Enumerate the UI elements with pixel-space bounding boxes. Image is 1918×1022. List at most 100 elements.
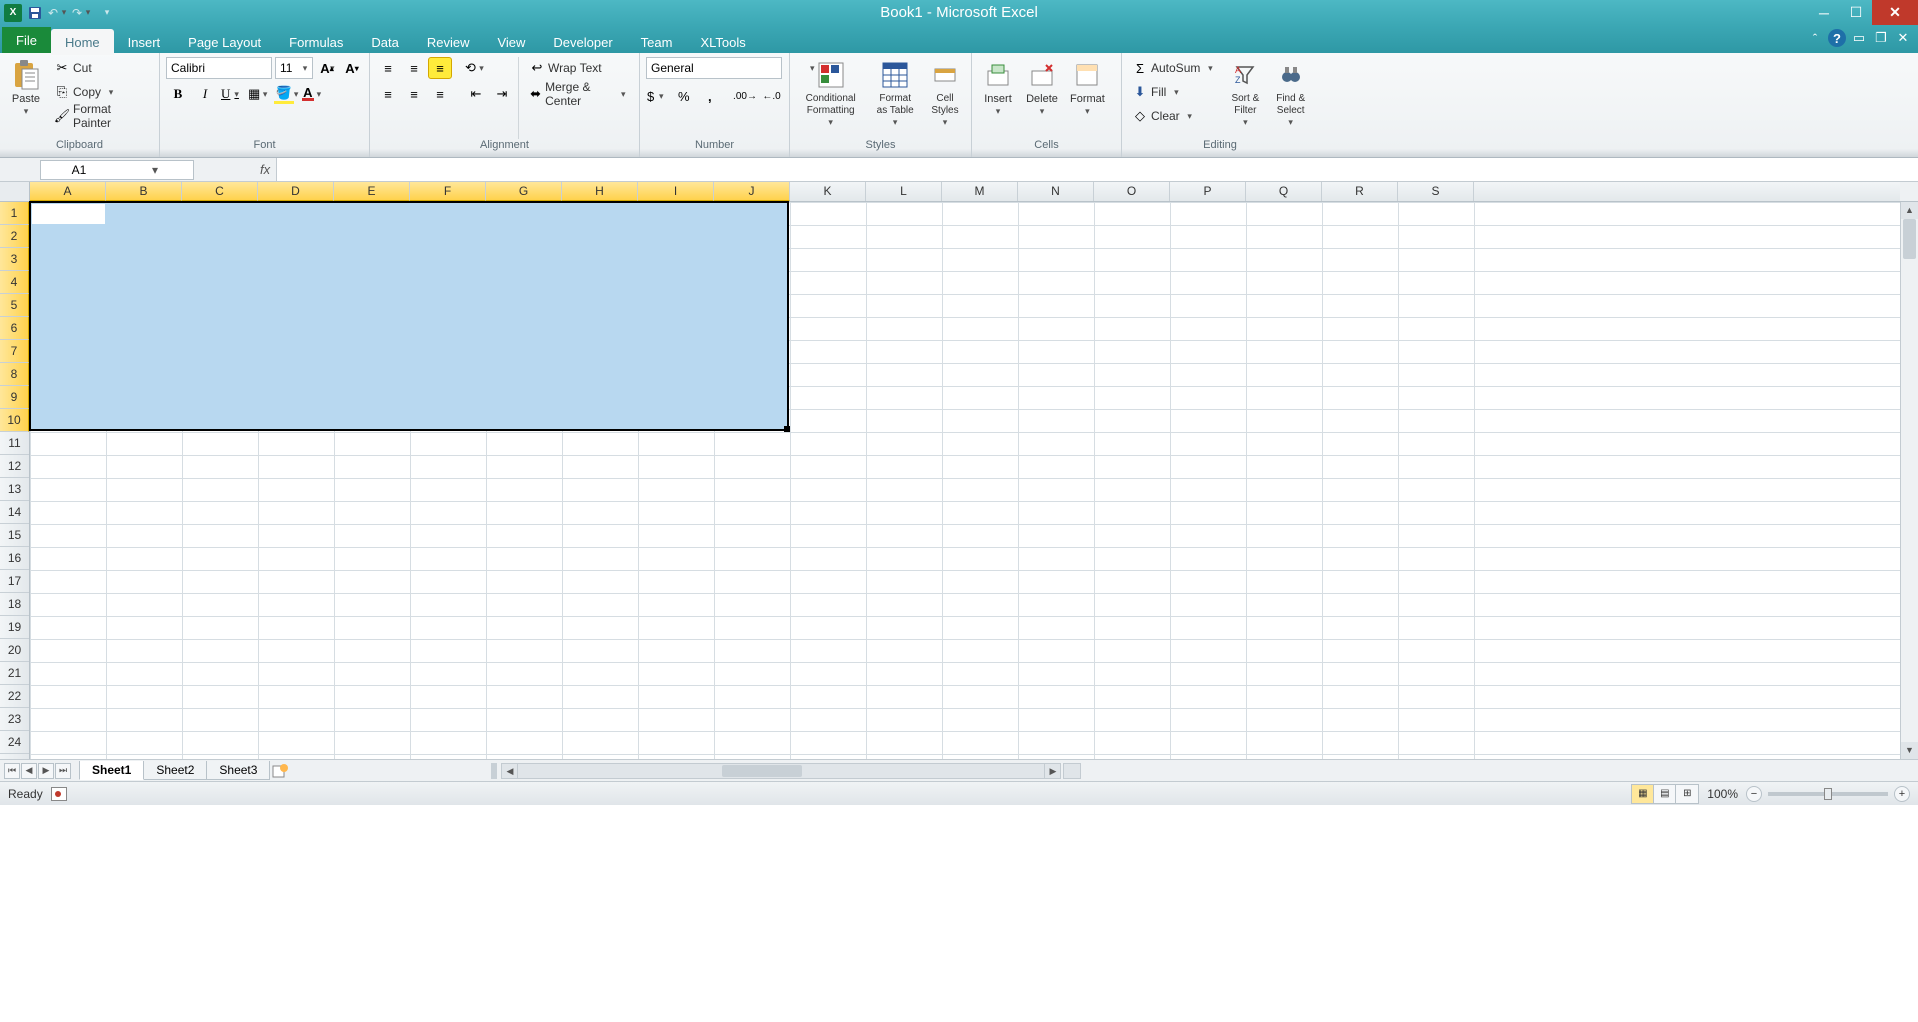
align-middle-icon[interactable]: ≡ <box>402 57 426 79</box>
row-header-8[interactable]: 8 <box>0 363 29 386</box>
row-header-4[interactable]: 4 <box>0 271 29 294</box>
scroll-right-icon[interactable]: ▶ <box>1044 764 1060 778</box>
col-header-J[interactable]: J <box>714 182 790 201</box>
row-header-15[interactable]: 15 <box>0 524 29 547</box>
cut-button[interactable]: ✂Cut <box>50 57 153 79</box>
tab-developer[interactable]: Developer <box>539 29 626 55</box>
borders-button[interactable]: ▦▾ <box>247 83 271 105</box>
tab-review[interactable]: Review <box>413 29 484 55</box>
cell-grid[interactable] <box>30 202 1900 759</box>
tab-xltools[interactable]: XLTools <box>686 29 759 55</box>
zoom-level[interactable]: 100% <box>1707 787 1738 801</box>
active-cell[interactable] <box>32 204 105 224</box>
sheet-nav-next-icon[interactable]: ▶ <box>38 763 54 779</box>
qat-redo-icon[interactable]: ↷▾ <box>72 3 94 23</box>
col-header-R[interactable]: R <box>1322 182 1398 201</box>
col-header-L[interactable]: L <box>866 182 942 201</box>
font-color-button[interactable]: A▾ <box>301 83 325 105</box>
percent-icon[interactable]: % <box>672 85 695 107</box>
col-header-G[interactable]: G <box>486 182 562 201</box>
col-header-F[interactable]: F <box>410 182 486 201</box>
row-header-16[interactable]: 16 <box>0 547 29 570</box>
tab-file[interactable]: File <box>2 27 51 53</box>
col-header-I[interactable]: I <box>638 182 714 201</box>
window-close-icon[interactable]: ✕ <box>1894 29 1912 47</box>
find-select-button[interactable]: Find & Select▾ <box>1269 57 1312 139</box>
window-restore-icon[interactable]: ❐ <box>1872 29 1890 47</box>
merge-center-button[interactable]: ⬌Merge & Center▾ <box>525 83 633 105</box>
autosum-button[interactable]: ΣAutoSum▾ <box>1128 57 1221 79</box>
row-header-12[interactable]: 12 <box>0 455 29 478</box>
qat-undo-icon[interactable]: ↶▾ <box>48 3 70 23</box>
format-as-table-button[interactable]: Format as Table▾ <box>869 57 921 139</box>
delete-cells-button[interactable]: Delete▾ <box>1022 57 1062 139</box>
col-header-N[interactable]: N <box>1018 182 1094 201</box>
tab-data[interactable]: Data <box>357 29 412 55</box>
row-header-21[interactable]: 21 <box>0 662 29 685</box>
tab-view[interactable]: View <box>483 29 539 55</box>
row-header-5[interactable]: 5 <box>0 294 29 317</box>
zoom-out-icon[interactable]: − <box>1746 786 1762 802</box>
align-bottom-icon[interactable]: ≡ <box>428 57 452 79</box>
row-header-20[interactable]: 20 <box>0 639 29 662</box>
underline-button[interactable]: U▾ <box>220 83 244 105</box>
font-size-combo[interactable]: ▾ <box>275 57 313 79</box>
fx-icon[interactable]: fx <box>260 162 270 177</box>
row-header-6[interactable]: 6 <box>0 317 29 340</box>
tab-page-layout[interactable]: Page Layout <box>174 29 275 55</box>
page-layout-view-icon[interactable]: ▤ <box>1654 785 1676 803</box>
vscroll-thumb[interactable] <box>1903 219 1916 259</box>
number-format-combo[interactable]: ▾ <box>646 57 782 79</box>
col-header-B[interactable]: B <box>106 182 182 201</box>
sheet-tab-sheet1[interactable]: Sheet1 <box>79 761 144 780</box>
tab-formulas[interactable]: Formulas <box>275 29 357 55</box>
row-header-19[interactable]: 19 <box>0 616 29 639</box>
row-header-14[interactable]: 14 <box>0 501 29 524</box>
comma-icon[interactable]: , <box>698 85 721 107</box>
format-cells-button[interactable]: Format▾ <box>1066 57 1109 139</box>
wrap-text-button[interactable]: ↩Wrap Text <box>525 57 633 79</box>
window-min-icon[interactable]: ▭ <box>1850 29 1868 47</box>
qat-customize-icon[interactable]: ▾ <box>96 3 118 23</box>
col-header-E[interactable]: E <box>334 182 410 201</box>
sheet-tab-sheet3[interactable]: Sheet3 <box>206 761 270 780</box>
zoom-slider[interactable] <box>1768 792 1888 796</box>
tab-insert[interactable]: Insert <box>114 29 175 55</box>
macro-record-icon[interactable] <box>51 787 67 801</box>
cell-styles-button[interactable]: Cell Styles▾ <box>925 57 965 139</box>
row-header-2[interactable]: 2 <box>0 225 29 248</box>
font-name-combo[interactable]: ▾ <box>166 57 272 79</box>
align-left-icon[interactable]: ≡ <box>376 83 400 105</box>
col-header-D[interactable]: D <box>258 182 334 201</box>
minimize-button[interactable]: ─ <box>1808 0 1840 25</box>
select-all-corner[interactable] <box>0 182 30 202</box>
bold-button[interactable]: B <box>166 83 190 105</box>
normal-view-icon[interactable]: ▦ <box>1632 785 1654 803</box>
decrease-decimal-icon[interactable]: ←.0 <box>760 85 783 107</box>
hscroll-thumb[interactable] <box>722 765 802 777</box>
sheet-nav-prev-icon[interactable]: ◀ <box>21 763 37 779</box>
page-break-view-icon[interactable]: ⊞ <box>1676 785 1698 803</box>
row-header-13[interactable]: 13 <box>0 478 29 501</box>
scroll-left-icon[interactable]: ◀ <box>502 764 518 778</box>
sort-filter-button[interactable]: AZSort & Filter▾ <box>1225 57 1265 139</box>
col-header-C[interactable]: C <box>182 182 258 201</box>
fill-color-button[interactable]: 🪣▾ <box>274 83 298 105</box>
excel-app-icon[interactable]: X <box>4 4 22 22</box>
align-right-icon[interactable]: ≡ <box>428 83 452 105</box>
vertical-scrollbar[interactable]: ▲ ▼ <box>1900 202 1918 759</box>
insert-cells-button[interactable]: Insert▾ <box>978 57 1018 139</box>
row-header-23[interactable]: 23 <box>0 708 29 731</box>
col-header-S[interactable]: S <box>1398 182 1474 201</box>
hscroll-split[interactable] <box>1063 763 1081 779</box>
conditional-formatting-button[interactable]: Conditional Formatting▾ <box>796 57 865 139</box>
scroll-up-icon[interactable]: ▲ <box>1901 202 1918 219</box>
row-header-22[interactable]: 22 <box>0 685 29 708</box>
col-header-A[interactable]: A <box>30 182 106 201</box>
align-top-icon[interactable]: ≡ <box>376 57 400 79</box>
col-header-K[interactable]: K <box>790 182 866 201</box>
align-center-icon[interactable]: ≡ <box>402 83 426 105</box>
sheet-tab-sheet2[interactable]: Sheet2 <box>143 761 207 780</box>
row-header-18[interactable]: 18 <box>0 593 29 616</box>
row-header-3[interactable]: 3 <box>0 248 29 271</box>
